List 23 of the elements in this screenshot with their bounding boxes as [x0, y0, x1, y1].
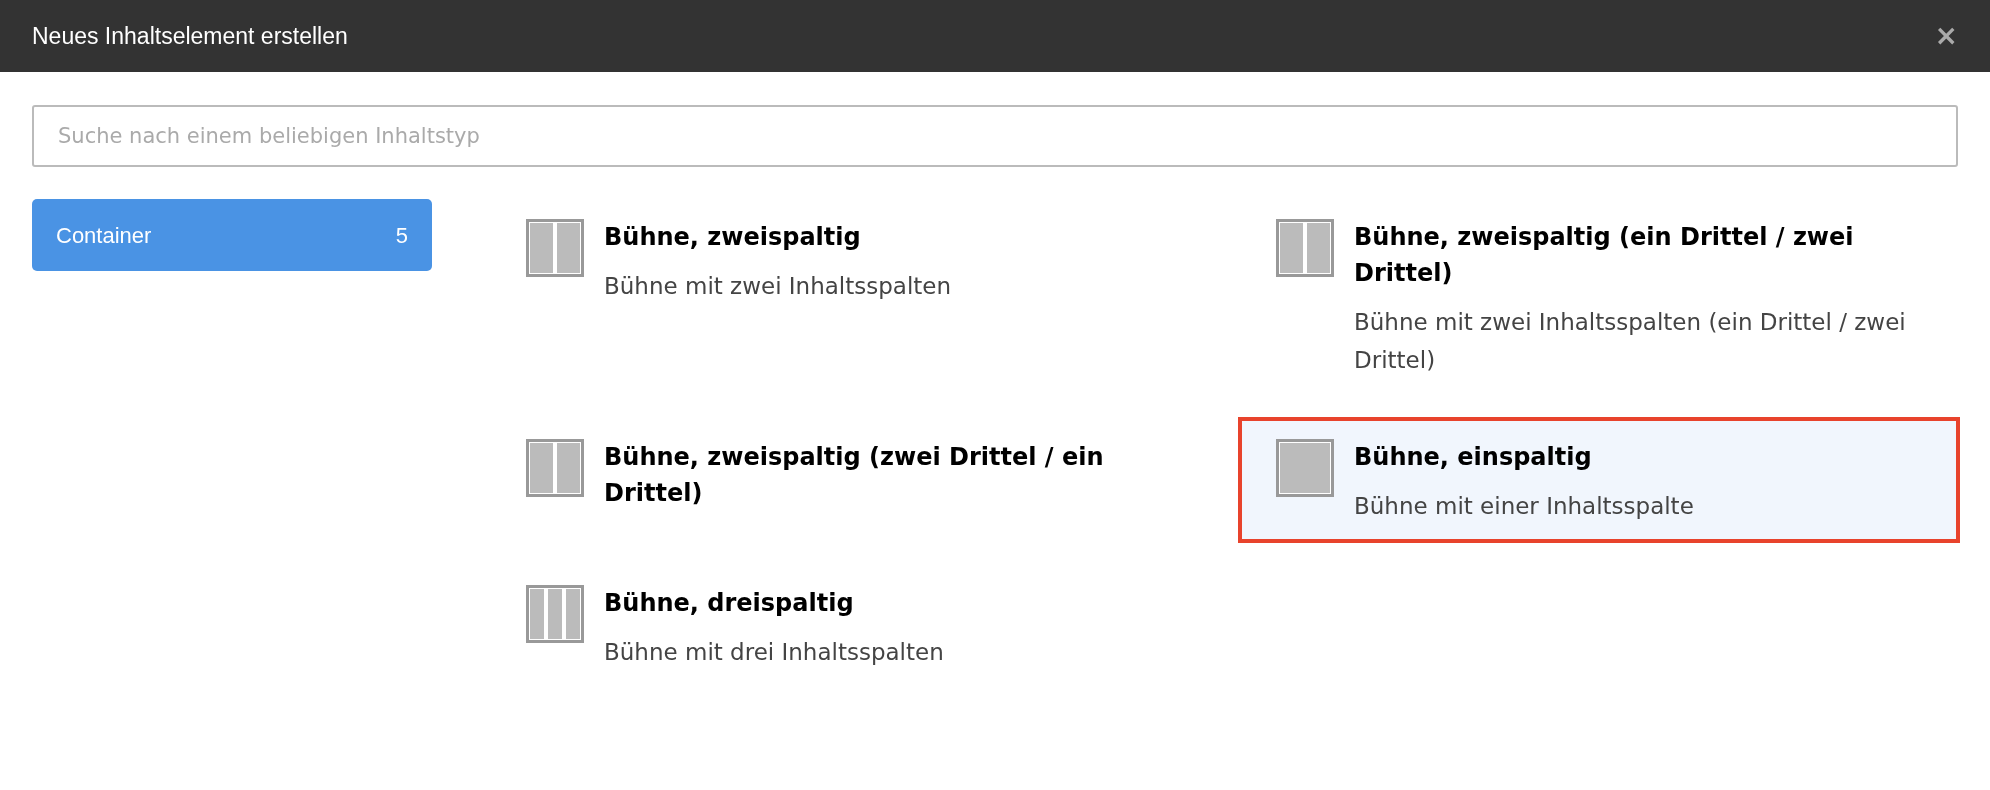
content-type-item[interactable]: Bühne, dreispaltig Bühne mit drei Inhaltsspalten: [490, 565, 1208, 687]
column-layout-icon: [526, 439, 584, 497]
item-description: Bühne mit zwei Inhaltsspalten (ein Drittel / zwei Drittel): [1354, 308, 1907, 375]
column-layout-icon: [1276, 439, 1334, 497]
search-field[interactable]: Suche nach einem beliebigen Inhaltstyp: [32, 105, 1958, 167]
item-title: Bühne, zweispaltig: [604, 222, 862, 253]
item-title: Bühne, einspaltig: [1354, 442, 1593, 473]
content-type-item[interactable]: Bühne, zweispaltig (ein Drittel / zwei Drittel) Bühne mit zwei Inhaltsspalten (ein Drittel / zwei Drittel): [1240, 199, 1958, 395]
item-title: Bühne, zweispaltig (ein Drittel / zwei Drittel): [1354, 222, 1855, 289]
content-type-item[interactable]: Bühne, zweispaltig Bühne mit zwei Inhaltsspalten: [490, 199, 1208, 395]
item-title: Bühne, zweispaltig (zwei Drittel / ein Drittel): [604, 442, 1105, 509]
content-type-item[interactable]: Bühne, einspaltig Bühne mit einer Inhaltsspalte: [1240, 419, 1958, 541]
column-layout-icon: [526, 585, 584, 643]
item-description: Bühne mit einer Inhaltsspalte: [1354, 492, 1694, 521]
column-layout-icon: [1276, 219, 1334, 277]
column-layout-icon: [526, 219, 584, 277]
category-count: 5: [395, 221, 408, 250]
close-button[interactable]: ×: [1934, 22, 1958, 50]
item-description: Bühne mit drei Inhaltsspalten: [604, 638, 944, 667]
window-title: Neues Inhaltselement erstellen: [32, 21, 348, 51]
content-type-item[interactable]: Bühne, zweispaltig (zwei Drittel / ein Drittel): [490, 419, 1208, 541]
item-description: Bühne mit zwei Inhaltsspalten: [604, 272, 952, 301]
item-title: Bühne, dreispaltig: [604, 588, 855, 619]
